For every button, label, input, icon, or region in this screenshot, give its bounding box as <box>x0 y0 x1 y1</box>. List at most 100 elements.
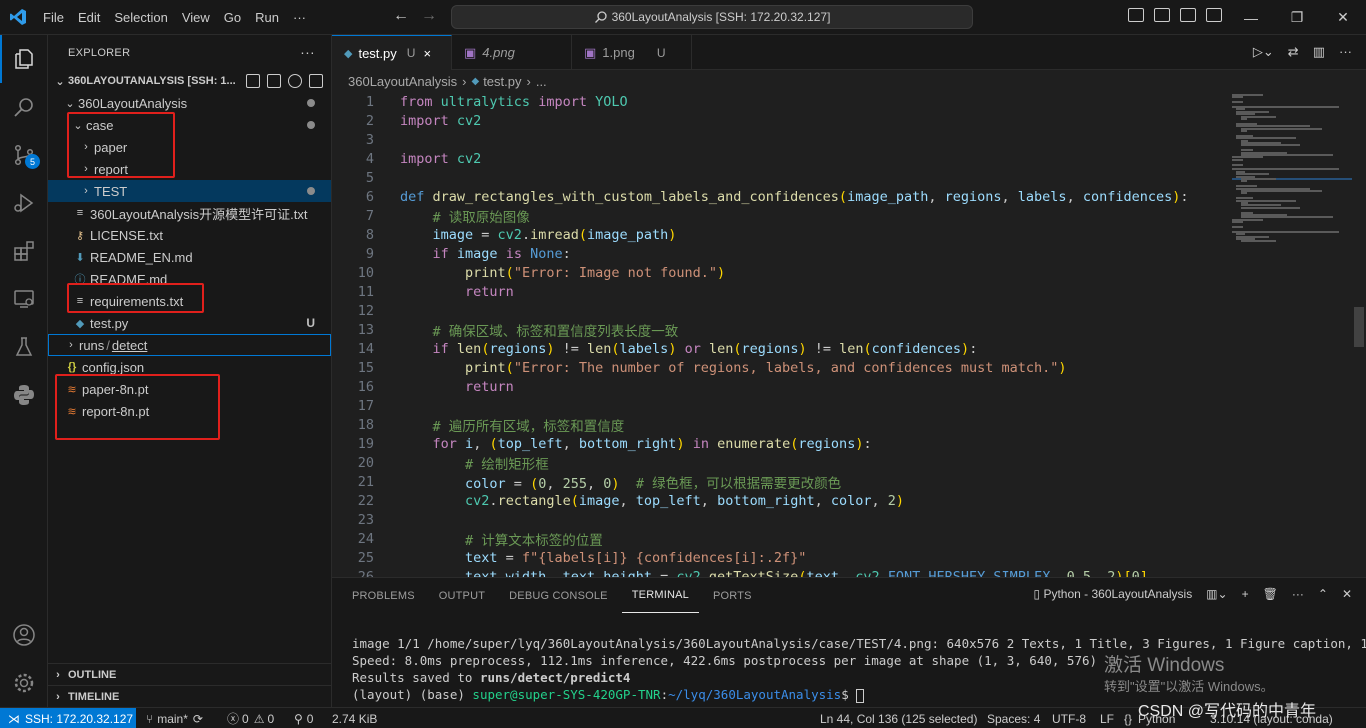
end-of-line[interactable]: LF <box>1100 708 1114 728</box>
tree-file-requirements[interactable]: ≡ requirements.txt <box>48 290 331 312</box>
outline-section[interactable]: › OUTLINE <box>48 663 331 685</box>
settings-gear-icon[interactable] <box>0 659 48 707</box>
tree-folder-runs[interactable]: › runs / detect <box>48 334 331 356</box>
code-line[interactable]: 16 return <box>332 377 1227 396</box>
tab-test-py[interactable]: ◆ test.py U × <box>332 35 452 70</box>
code-line[interactable]: 19 for i, (top_left, bottom_right) in en… <box>332 434 1227 453</box>
open-changes-icon[interactable]: ⇄ <box>1288 44 1299 60</box>
code-line[interactable]: 7 # 读取原始图像 <box>332 206 1227 226</box>
run-debug-icon[interactable] <box>0 179 48 227</box>
tab-debug-console[interactable]: DEBUG CONSOLE <box>499 578 618 613</box>
tree-folder-report[interactable]: › report <box>48 158 331 180</box>
menu-view[interactable]: View <box>175 10 217 25</box>
breadcrumb-folder[interactable]: 360LayoutAnalysis <box>348 74 457 89</box>
tree-file-readme-en[interactable]: ⬇ README_EN.md <box>48 246 331 268</box>
tree-folder-case[interactable]: ⌄ case <box>48 114 331 136</box>
code-line[interactable]: 20 # 绘制矩形框 <box>332 453 1227 473</box>
code-line[interactable]: 11 return <box>332 282 1227 301</box>
tab-terminal[interactable]: TERMINAL <box>621 578 699 613</box>
toggle-secondary-sidebar-icon[interactable] <box>1180 8 1196 22</box>
minimap[interactable] <box>1232 92 1352 577</box>
maximize-panel-icon[interactable]: ⌃ <box>1318 587 1328 601</box>
command-center[interactable]: 360LayoutAnalysis [SSH: 172.20.32.127] <box>451 5 973 29</box>
code-line[interactable]: 13 # 确保区域、标签和置信度列表长度一致 <box>332 320 1227 340</box>
toggle-panel-icon[interactable] <box>1154 8 1170 22</box>
customize-layout-icon[interactable] <box>1206 8 1222 22</box>
back-arrow-icon[interactable]: ← <box>393 7 409 25</box>
remote-explorer-icon[interactable] <box>0 275 48 323</box>
tab-problems[interactable]: PROBLEMS <box>342 578 425 613</box>
refresh-icon[interactable] <box>288 74 302 88</box>
split-terminal-icon[interactable]: ▥⌄ <box>1206 587 1227 601</box>
editor-more-icon[interactable]: ··· <box>1339 44 1352 60</box>
indentation[interactable]: Spaces: 4 <box>987 708 1040 728</box>
code-line[interactable]: 15 print("Error: The number of regions, … <box>332 358 1227 377</box>
code-line[interactable]: 21 color = (0, 255, 0) # 绿色框，可以根据需要更改颜色 <box>332 472 1227 492</box>
tree-folder-paper[interactable]: › paper <box>48 136 331 158</box>
tab-close-icon[interactable]: × <box>423 46 431 61</box>
code-line[interactable]: 1 from ultralytics import YOLO <box>332 92 1227 111</box>
toggle-primary-sidebar-icon[interactable] <box>1128 8 1144 22</box>
tree-folder-test[interactable]: › TEST <box>48 180 331 202</box>
breadcrumb-symbol[interactable]: ... <box>536 74 547 89</box>
tree-file-readme[interactable]: ⓘ README.md <box>48 268 331 290</box>
code-line[interactable]: 9 if image is None: <box>332 244 1227 263</box>
code-line[interactable]: 25 text = f"{labels[i]} {confidences[i]:… <box>332 548 1227 567</box>
collapse-all-icon[interactable] <box>309 74 323 88</box>
tree-file-license[interactable]: ⚷ LICENSE.txt <box>48 224 331 246</box>
tree-file-paper-pt[interactable]: ≋ paper-8n.pt <box>48 378 331 400</box>
new-file-icon[interactable] <box>246 74 260 88</box>
code-line[interactable]: 6 def draw_rectangles_with_custom_labels_… <box>332 187 1227 206</box>
code-line[interactable]: 17 <box>332 396 1227 415</box>
breadcrumb-file[interactable]: test.py <box>483 74 521 89</box>
code-line[interactable]: 5 <box>332 168 1227 187</box>
code-editor[interactable]: 1 from ultralytics import YOLO 2 import cv2… <box>332 92 1227 578</box>
tab-ports[interactable]: PORTS <box>703 578 762 613</box>
code-line[interactable]: 26 text_width, text_height = cv2.getText… <box>332 567 1227 578</box>
menu-go[interactable]: Go <box>217 10 248 25</box>
split-editor-icon[interactable]: ▥ <box>1313 44 1325 60</box>
panel-more-icon[interactable]: ··· <box>1292 587 1304 601</box>
scrollbar-thumb[interactable] <box>1354 307 1364 347</box>
code-line[interactable]: 3 <box>332 130 1227 149</box>
extensions-icon[interactable] <box>0 227 48 275</box>
code-line[interactable]: 14 if len(regions) != len(labels) or len… <box>332 339 1227 358</box>
tree-file-report-pt[interactable]: ≋ report-8n.pt <box>48 400 331 422</box>
tab-output[interactable]: OUTPUT <box>429 578 495 613</box>
tab-1-png[interactable]: ▣ 1.png U <box>572 35 692 70</box>
kill-terminal-icon[interactable]: 🗑 <box>1263 587 1278 601</box>
close-panel-icon[interactable]: ✕ <box>1342 587 1352 601</box>
code-line[interactable]: 8 image = cv2.imread(image_path) <box>332 225 1227 244</box>
minimize-icon[interactable]: — <box>1228 0 1274 35</box>
branch-indicator[interactable]: ⑂ main* ⟳ <box>146 708 203 728</box>
code-line[interactable]: 12 <box>332 301 1227 320</box>
file-size[interactable]: 2.74 KiB <box>332 708 377 728</box>
code-line[interactable]: 10 print("Error: Image not found.") <box>332 263 1227 282</box>
account-icon[interactable] <box>0 611 48 659</box>
timeline-section[interactable]: › TIMELINE <box>48 685 331 707</box>
code-line[interactable]: 22 cv2.rectangle(image, top_left, bottom… <box>332 491 1227 510</box>
tree-folder-360layoutanalysis[interactable]: ⌄ 360LayoutAnalysis <box>48 92 331 114</box>
cursor-position[interactable]: Ln 44, Col 136 (125 selected) <box>820 708 977 728</box>
menu-more[interactable]: ··· <box>286 10 313 25</box>
explorer-more-button[interactable]: ··· <box>300 44 315 60</box>
menu-edit[interactable]: Edit <box>71 10 107 25</box>
new-terminal-icon[interactable]: + <box>1242 587 1249 601</box>
testing-icon[interactable] <box>0 323 48 371</box>
code-line[interactable]: 18 # 遍历所有区域，标签和置信度 <box>332 415 1227 435</box>
tree-label-detect[interactable]: detect <box>112 338 147 353</box>
tree-file-config[interactable]: {} config.json <box>48 356 331 378</box>
remote-indicator[interactable]: ⋊ SSH: 172.20.32.127 <box>0 708 136 728</box>
menu-selection[interactable]: Selection <box>107 10 174 25</box>
search-icon[interactable] <box>0 83 48 131</box>
problems-indicator[interactable]: ⓧ 0 ⚠ 0 <box>227 708 274 728</box>
python-icon[interactable] <box>0 371 48 419</box>
terminal-instance[interactable]: ▯ Python - 360LayoutAnalysis <box>1034 587 1193 601</box>
editor-scrollbar[interactable] <box>1352 92 1366 577</box>
ports-indicator[interactable]: ⚲ 0 <box>294 708 313 728</box>
code-line[interactable]: 23 <box>332 510 1227 529</box>
encoding[interactable]: UTF-8 <box>1052 708 1086 728</box>
code-line[interactable]: 24 # 计算文本标签的位置 <box>332 529 1227 549</box>
explorer-icon[interactable] <box>0 35 48 83</box>
run-python-file-icon[interactable]: ▷⌄ <box>1253 44 1274 60</box>
